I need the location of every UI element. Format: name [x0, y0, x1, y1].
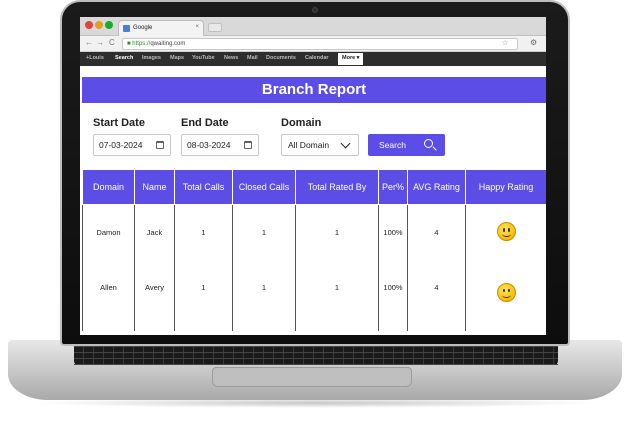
cell-avg-rating: 4	[407, 204, 466, 261]
cell-name: Jack	[134, 204, 175, 261]
start-date-value: 07-03-2024	[99, 140, 143, 150]
gbar-item-news[interactable]: News	[224, 55, 238, 61]
column-header[interactable]: Per%	[378, 169, 408, 205]
table-row: Damon Jack 1 1 1 100% 4	[82, 204, 546, 261]
column-header[interactable]: Total Rated By	[295, 169, 379, 205]
page-title: Branch Report	[82, 77, 546, 103]
laptop-trackpad	[212, 367, 412, 387]
gbar-item-images[interactable]: Images	[142, 55, 161, 61]
column-header[interactable]: AVG Rating	[407, 169, 466, 205]
reload-icon[interactable]: C	[109, 38, 115, 48]
table-header-row: Domain Name Total Calls Closed Calls Tot…	[82, 169, 546, 205]
close-window-icon[interactable]	[85, 21, 93, 29]
column-header[interactable]: Closed Calls	[232, 169, 296, 205]
gbar-more-menu[interactable]: More ▾	[338, 53, 364, 65]
branch-report-table: Domain Name Total Calls Closed Calls Tot…	[82, 169, 546, 331]
cell-total-calls: 1	[174, 204, 233, 261]
column-header[interactable]: Total Calls	[174, 169, 233, 205]
search-button[interactable]: Search	[368, 134, 445, 156]
cell-per: 100%	[378, 260, 408, 331]
minimize-window-icon[interactable]	[95, 21, 103, 29]
cell-closed-calls: 1	[232, 204, 296, 261]
browser-toolbar: ← → C ■ https://qwaiting.com ☆ ⚙	[80, 36, 546, 52]
cell-avg-rating: 4	[407, 260, 466, 331]
browser-tab[interactable]: Google ×	[118, 20, 204, 36]
domain-label: Domain	[281, 117, 322, 129]
cell-total-rated-by: 1	[295, 260, 379, 331]
start-date-field[interactable]: 07-03-2024	[93, 134, 171, 156]
end-date-label: End Date	[181, 117, 229, 129]
tab-close-icon[interactable]: ×	[195, 24, 199, 30]
cell-happy-rating	[465, 260, 546, 331]
browser-tab-bar: Google ×	[80, 17, 546, 36]
camera-icon	[312, 7, 318, 13]
cell-per: 100%	[378, 204, 408, 261]
smiley-icon	[496, 282, 516, 302]
maximize-window-icon[interactable]	[105, 21, 113, 29]
cell-domain: Allen	[82, 260, 135, 331]
cell-name: Avery	[134, 260, 175, 331]
cell-total-rated-by: 1	[295, 204, 379, 261]
gbar-item-search[interactable]: Search	[115, 55, 133, 61]
laptop-screen: Google × ← → C ■ https://qwaiting.com ☆ …	[80, 17, 546, 335]
start-date-label: Start Date	[93, 117, 145, 129]
google-favicon-icon	[123, 25, 130, 32]
end-date-field[interactable]: 08-03-2024	[181, 134, 259, 156]
gbar-item-maps[interactable]: Maps	[170, 55, 184, 61]
gbar-item-documents[interactable]: Documents	[266, 55, 296, 61]
cell-total-calls: 1	[174, 260, 233, 331]
cell-happy-rating	[465, 204, 546, 261]
google-bar: +Louis Search Images Maps YouTube News M…	[80, 52, 546, 66]
gbar-item-youtube[interactable]: YouTube	[192, 55, 215, 61]
new-tab-button[interactable]	[208, 23, 222, 32]
end-date-value: 08-03-2024	[187, 140, 231, 150]
column-header[interactable]: Happy Rating	[465, 169, 546, 205]
search-icon	[424, 139, 433, 148]
column-header[interactable]: Domain	[82, 169, 135, 205]
domain-select[interactable]: All Domain	[281, 134, 359, 156]
bookmark-star-icon[interactable]: ☆	[502, 39, 508, 47]
address-bar[interactable]: ■ https://qwaiting.com	[122, 38, 518, 50]
chevron-down-icon	[340, 138, 351, 149]
forward-arrow-icon[interactable]: →	[96, 38, 104, 48]
gbar-item-mail[interactable]: Mail	[247, 55, 258, 61]
calendar-icon[interactable]	[244, 141, 252, 149]
url-host: qwaiting.com	[150, 41, 186, 47]
url-scheme: https://	[132, 41, 151, 47]
laptop-lid: Google × ← → C ■ https://qwaiting.com ☆ …	[60, 0, 570, 346]
search-button-label: Search	[379, 140, 406, 150]
calendar-icon[interactable]	[156, 141, 164, 149]
gbar-item-louis[interactable]: +Louis	[86, 55, 104, 61]
smiley-icon	[496, 222, 516, 242]
wrench-icon[interactable]: ⚙	[530, 38, 537, 47]
cell-closed-calls: 1	[232, 260, 296, 331]
back-arrow-icon[interactable]: ←	[85, 38, 93, 48]
column-header[interactable]: Name	[134, 169, 175, 205]
gbar-item-calendar[interactable]: Calendar	[305, 55, 329, 61]
domain-select-value: All Domain	[288, 140, 330, 150]
tab-title: Google	[133, 25, 153, 31]
table-row: Allen Avery 1 1 1 100% 4	[82, 260, 546, 331]
cell-domain: Damon	[82, 204, 135, 261]
